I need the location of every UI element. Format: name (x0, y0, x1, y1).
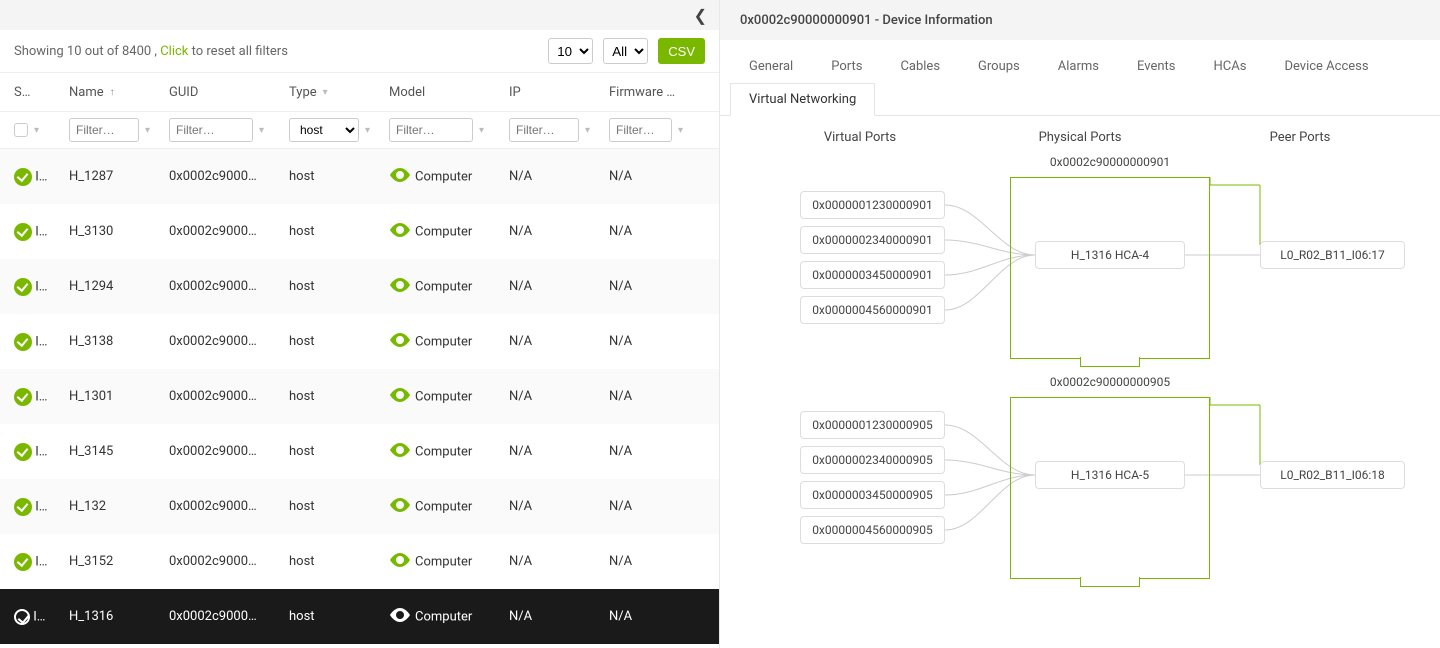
table-row[interactable]: I…H_12940x0002c9000…hostComputerN/AN/A (0, 259, 719, 314)
virtual-port-node[interactable]: 0x0000002340000901 (800, 226, 945, 254)
sort-asc-icon: ↑ (110, 87, 115, 98)
filter-name[interactable] (69, 118, 139, 142)
tab-groups[interactable]: Groups (959, 50, 1039, 83)
collapse-bar[interactable]: ❮ (0, 0, 719, 30)
status-ok-icon (14, 333, 32, 351)
virtual-port-node[interactable]: 0x0000001230000901 (800, 191, 945, 219)
tab-hcas[interactable]: HCAs (1195, 50, 1266, 83)
filter-icon[interactable]: ▾ (678, 125, 683, 136)
all-filter-select[interactable]: All (603, 38, 648, 64)
peer-port-node[interactable]: L0_R02_B11_I06:18 (1260, 461, 1405, 489)
status-ok-icon (14, 278, 32, 296)
reset-filters-link[interactable]: Click (160, 44, 188, 59)
chevron-left-icon: ❮ (694, 6, 707, 25)
virtual-port-node[interactable]: 0x0000003450000905 (800, 481, 945, 509)
virtual-port-node[interactable]: 0x0000004560000905 (800, 516, 945, 544)
filter-icon[interactable]: ▾ (259, 125, 264, 136)
col-name[interactable]: Name↑ (69, 85, 169, 100)
virtual-port-node[interactable]: 0x0000004560000901 (800, 296, 945, 324)
col-guid[interactable]: GUID (169, 85, 289, 100)
devices-panel: ❮ Showing 10 out of 8400 , Click to rese… (0, 0, 720, 648)
filter-ip[interactable] (509, 118, 579, 142)
filter-icon: ▾ (323, 87, 328, 98)
tab-cables[interactable]: Cables (881, 50, 959, 83)
tab-ports[interactable]: Ports (812, 50, 881, 83)
filter-row: ▾ ▾ ▾ host ▾ ▾ ▾ ▾ (0, 112, 719, 149)
tab-virtual-networking[interactable]: Virtual Networking (730, 83, 875, 116)
table-row[interactable]: I…H_13010x0002c9000…hostComputerN/AN/A (0, 369, 719, 424)
status-ok-icon (14, 443, 32, 461)
virtual-networking-topology: 0x0002c90000000901 H_1316 HCA-4 L0_R02_B11… (720, 155, 1440, 648)
table-header: S… Name↑ GUID Type▾ Model IP Firmware … (0, 72, 719, 112)
table-toolbar: Showing 10 out of 8400 , Click to reset … (0, 30, 719, 72)
filter-icon[interactable]: ▾ (34, 125, 39, 136)
col-type[interactable]: Type▾ (289, 85, 389, 100)
table-row[interactable]: I…H_12870x0002c9000…hostComputerN/AN/A (0, 149, 719, 204)
select-all-checkbox[interactable] (14, 123, 28, 137)
filter-icon[interactable]: ▾ (479, 125, 484, 136)
result-summary: Showing 10 out of 8400 , Click to reset … (14, 44, 538, 59)
detail-title: 0x0002c90000000901 - Device Information (720, 0, 1440, 40)
status-ok-icon (14, 388, 32, 406)
filter-guid[interactable] (169, 118, 253, 142)
col-fw[interactable]: Firmware … (609, 85, 699, 100)
col-model[interactable]: Model (389, 85, 509, 100)
physical-box-notch (1080, 577, 1140, 587)
table-body: I…H_12870x0002c9000…hostComputerN/AN/A I… (0, 149, 719, 648)
status-ok-icon (14, 609, 30, 625)
virtual-port-node[interactable]: 0x0000002340000905 (800, 446, 945, 474)
status-ok-icon (14, 223, 32, 241)
filter-icon[interactable]: ▾ (145, 125, 150, 136)
port-group: 0x0002c90000000905 H_1316 HCA-5 L0_R02_B11… (750, 375, 1410, 595)
filter-fw[interactable] (609, 118, 672, 142)
table-row[interactable]: I…H_31450x0002c9000…hostComputerN/AN/A (0, 424, 719, 479)
tab-events[interactable]: Events (1118, 50, 1194, 83)
filter-icon[interactable]: ▾ (365, 125, 370, 136)
detail-panel: 0x0002c90000000901 - Device Information … (720, 0, 1440, 648)
physical-port-node[interactable]: H_1316 HCA-5 (1035, 461, 1185, 489)
physical-guid-label: 0x0002c90000000905 (1010, 375, 1210, 389)
virtual-port-node[interactable]: 0x0000001230000905 (800, 411, 945, 439)
table-row[interactable]: I…H_31300x0002c9000…hostComputerN/AN/A (0, 204, 719, 259)
physical-guid-label: 0x0002c90000000901 (1010, 155, 1210, 169)
status-ok-icon (14, 553, 32, 571)
tab-general[interactable]: General (730, 50, 812, 83)
filter-icon[interactable]: ▾ (585, 125, 590, 136)
table-row[interactable]: I…H_31520x0002c9000…hostComputerN/AN/A (0, 534, 719, 589)
filter-type[interactable]: host (289, 118, 359, 142)
status-ok-icon (14, 498, 32, 516)
col-ip[interactable]: IP (509, 85, 609, 100)
physical-port-node[interactable]: H_1316 HCA-4 (1035, 241, 1185, 269)
peer-port-node[interactable]: L0_R02_B11_I06:17 (1260, 241, 1405, 269)
vn-column-headers: Virtual Ports Physical Ports Peer Ports (750, 130, 1410, 145)
filter-model[interactable] (389, 118, 473, 142)
table-row[interactable]: I…H_1320x0002c9000…hostComputerN/AN/A (0, 479, 719, 534)
virtual-port-node[interactable]: 0x0000003450000901 (800, 261, 945, 289)
tab-device-access[interactable]: Device Access (1265, 50, 1387, 83)
page-size-select[interactable]: 10 (548, 38, 593, 64)
detail-tabs: GeneralPortsCablesGroupsAlarmsEventsHCAs… (720, 40, 1440, 116)
port-group: 0x0002c90000000901 H_1316 HCA-4 L0_R02_B11… (750, 155, 1410, 375)
table-row[interactable]: I…H_13160x0002c9000…hostComputerN/AN/A (0, 589, 719, 644)
physical-box-notch (1080, 357, 1140, 367)
csv-button[interactable]: CSV (658, 38, 705, 64)
tab-alarms[interactable]: Alarms (1039, 50, 1118, 83)
table-row[interactable]: I…H_31380x0002c9000…hostComputerN/AN/A (0, 314, 719, 369)
status-ok-icon (14, 168, 32, 186)
